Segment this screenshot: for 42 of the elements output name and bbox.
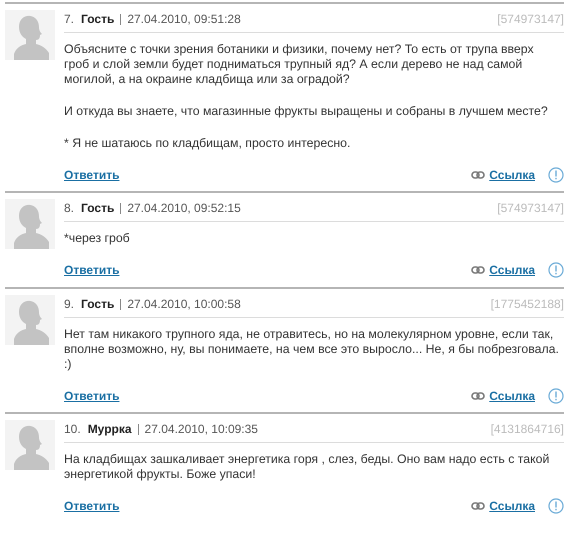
permalink[interactable]: Ссылка bbox=[489, 263, 535, 277]
reply-link[interactable]: Ответить bbox=[64, 263, 120, 277]
comment-number: 9. bbox=[64, 297, 74, 311]
avatar bbox=[5, 10, 55, 60]
permalink[interactable]: Ссылка bbox=[489, 389, 535, 403]
link-icon bbox=[471, 171, 486, 179]
info-icon[interactable] bbox=[548, 388, 564, 404]
link-icon bbox=[471, 392, 486, 400]
comment-number: 7. bbox=[64, 12, 74, 26]
comment-text: Объясните с точки зрения ботаники и физики, почему нет? То есть от трупа вверх гроб и слой земли будет подниматься трупный яд? А если дерево не над самой могилой, а на окраине кладбища или за оградой? bbox=[64, 42, 535, 87]
comment-text: *через гроб bbox=[64, 231, 131, 246]
comment-date: 27.04.2010, 10:09:35 bbox=[144, 422, 258, 436]
reply-link[interactable]: Ответить bbox=[64, 499, 120, 513]
comment-date: 27.04.2010, 10:00:58 bbox=[127, 297, 241, 311]
comment-text: * Я не шатаюсь по кладбищам, просто интересно. bbox=[64, 136, 352, 151]
reply-link[interactable]: Ответить bbox=[64, 168, 120, 182]
author-name: Муррка bbox=[88, 424, 139, 434]
author-name: Гость bbox=[81, 298, 122, 310]
reply-link[interactable]: Ответить bbox=[64, 389, 120, 403]
avatar bbox=[5, 420, 55, 470]
comment-id: [574973147] bbox=[497, 201, 564, 215]
comment-text: И откуда вы знаете, что магазинные фрукты выращены и собраны в лучшем месте? bbox=[64, 104, 549, 119]
comment-number: 8. bbox=[64, 201, 74, 215]
info-icon[interactable] bbox=[548, 167, 564, 183]
comment-id: [574973147] bbox=[497, 12, 564, 26]
permalink[interactable]: Ссылка bbox=[489, 168, 535, 182]
comment-id: [1775452188] bbox=[490, 297, 564, 311]
comment-text: На кладбищах зашкаливает энергетика горя , слез, беды. Оно вам надо есть с такой энергетикой фрукты. Боже упаси! bbox=[64, 452, 550, 482]
avatar bbox=[5, 199, 55, 249]
info-icon[interactable] bbox=[548, 498, 564, 514]
comment-id: [4131864716] bbox=[490, 422, 564, 436]
comment-text: Нет там никакого трупного яда, не отравитесь, но на молекулярном уровне, если так, вполне возможно, ну, вы понимаете, на чем все это выросло... Не, я бы побрезговала. :) bbox=[64, 327, 560, 372]
author-name: Гость bbox=[81, 202, 122, 214]
avatar bbox=[5, 295, 55, 345]
info-icon[interactable] bbox=[548, 262, 564, 278]
comment-date: 27.04.2010, 09:52:15 bbox=[127, 201, 241, 215]
permalink[interactable]: Ссылка bbox=[489, 499, 535, 513]
author-name: Гость bbox=[81, 14, 122, 24]
comment-number: 10. bbox=[64, 422, 81, 436]
comment-date: 27.04.2010, 09:51:28 bbox=[127, 12, 241, 26]
link-icon bbox=[471, 266, 486, 274]
link-icon bbox=[471, 502, 486, 510]
